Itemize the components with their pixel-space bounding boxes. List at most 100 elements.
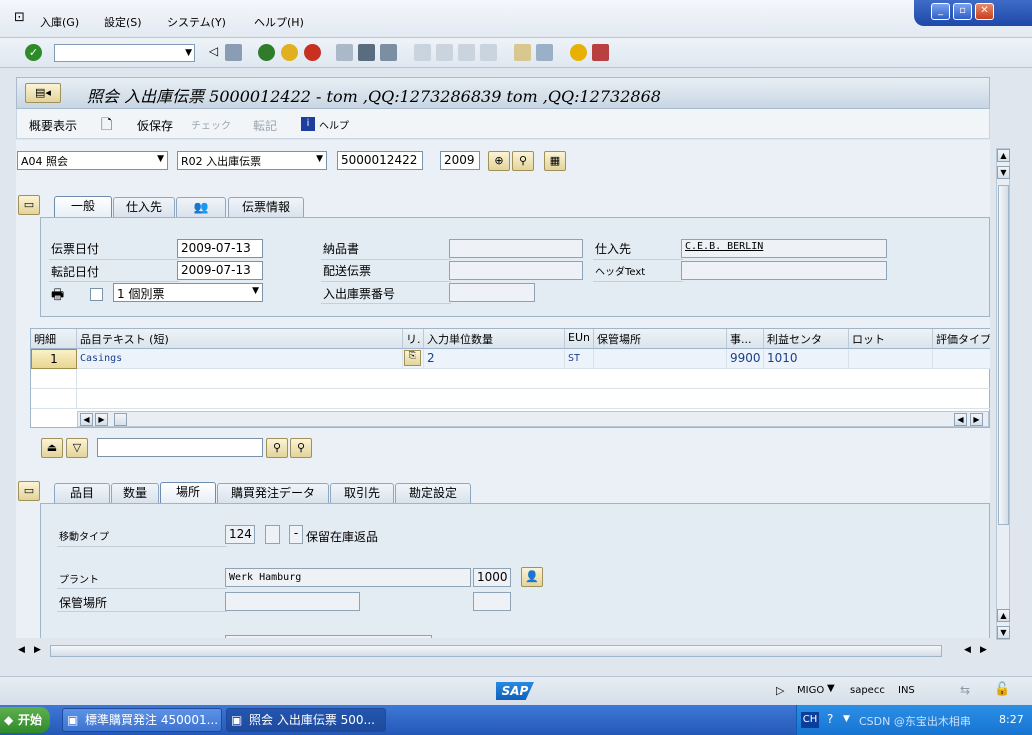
scroll-right-icon[interactable]: ▶: [980, 645, 987, 655]
bill-of-lading-input[interactable]: [449, 261, 583, 280]
scroll-down-icon[interactable]: ▼: [997, 166, 1010, 179]
column-header-profit-center[interactable]: 利益センタ: [764, 329, 849, 349]
tab-general[interactable]: 一般: [54, 196, 112, 218]
help-icon[interactable]: ?: [827, 712, 833, 726]
restore-button[interactable]: ▫: [953, 3, 972, 20]
batch-cell[interactable]: [849, 349, 933, 369]
command-field[interactable]: ▼: [54, 44, 195, 62]
scroll-left-icon[interactable]: ◀: [80, 413, 93, 426]
start-button[interactable]: ◆ 开始: [0, 707, 50, 733]
gr-slip-input[interactable]: [449, 283, 535, 302]
tab-purchase-order-data[interactable]: 購買発注データ: [217, 483, 329, 503]
column-header-plant[interactable]: 事...: [727, 329, 764, 349]
slip-option-select[interactable]: 1 個別票 ▼: [113, 283, 263, 302]
collapse-header-icon[interactable]: ▭: [18, 195, 40, 215]
quantity-cell[interactable]: 2: [424, 349, 565, 369]
document-number-input[interactable]: 5000012422: [337, 151, 423, 170]
exit-icon[interactable]: [281, 44, 298, 61]
scroll-right-icon[interactable]: ▶: [95, 413, 108, 426]
last-page-icon[interactable]: [480, 44, 497, 61]
minimize-button[interactable]: _: [931, 3, 950, 20]
menu-help[interactable]: ヘルプ(H): [254, 14, 304, 30]
post-button[interactable]: 転記: [253, 117, 277, 134]
scroll-thumb[interactable]: [114, 413, 127, 426]
column-header-batch[interactable]: ロット: [849, 329, 933, 349]
tab-account-assignment[interactable]: 勘定設定: [395, 483, 471, 503]
column-header-valuation-type[interactable]: 評価タイプ: [933, 329, 990, 349]
item-number-button[interactable]: 1: [31, 349, 77, 369]
tab-vendor[interactable]: 仕入先: [113, 197, 175, 217]
delete-row-icon[interactable]: ⏏: [41, 438, 63, 458]
movement-type-input[interactable]: 124: [225, 525, 255, 544]
vendor-input[interactable]: C.E.B. BERLIN: [681, 239, 887, 258]
vertical-scrollbar[interactable]: ▲ ▼ ▲ ▼: [996, 148, 1010, 640]
info-icon[interactable]: i: [301, 117, 315, 131]
menu-icon[interactable]: ⊡: [14, 10, 25, 25]
language-indicator[interactable]: CH: [801, 712, 819, 728]
delivery-note-input[interactable]: [449, 239, 583, 258]
scroll-right-icon[interactable]: ▶: [34, 645, 41, 655]
partial-field[interactable]: [225, 635, 432, 638]
overview-button[interactable]: 概要表示: [29, 117, 77, 134]
shortcut-icon[interactable]: [536, 44, 553, 61]
horizontal-scrollbar[interactable]: ◀ ▶ ◀ ▶: [16, 643, 996, 659]
help-icon[interactable]: [570, 44, 587, 61]
menu-system[interactable]: システム(Y): [167, 14, 226, 30]
reference-cell[interactable]: ⎘: [403, 349, 424, 369]
tab-quantity[interactable]: 数量: [111, 483, 159, 503]
menu-toggle-icon[interactable]: ▤◂: [25, 83, 61, 103]
settings-grid-icon[interactable]: ▦: [544, 151, 566, 171]
table-horizontal-scrollbar[interactable]: ◀ ▶ ◀ ▶: [77, 411, 989, 427]
check-button[interactable]: チェック: [191, 117, 231, 132]
back-icon[interactable]: [258, 44, 275, 61]
execute-icon[interactable]: ⊕: [488, 151, 510, 171]
column-header-ref[interactable]: リ.: [403, 329, 424, 349]
new-session-icon[interactable]: [514, 44, 531, 61]
tab-document-info[interactable]: 伝票情報: [228, 197, 304, 217]
profit-center-cell[interactable]: 1010: [764, 349, 849, 369]
menu-settings[interactable]: 設定(S): [104, 14, 142, 30]
storage-location-code-input[interactable]: [473, 592, 511, 611]
tab-where[interactable]: 場所: [160, 482, 216, 504]
printer-icon[interactable]: 🖶: [51, 284, 64, 308]
menu-goods-receipt[interactable]: 入庫(G): [40, 14, 79, 30]
scroll-left-icon[interactable]: ◀: [954, 413, 967, 426]
plant-cell[interactable]: 9900: [727, 349, 764, 369]
column-header-quantity[interactable]: 入力単位数量: [424, 329, 565, 349]
new-document-icon[interactable]: 🗋: [101, 114, 112, 138]
find-next-icon[interactable]: ⚲: [290, 438, 312, 458]
scroll-left-icon[interactable]: ◀: [18, 645, 25, 655]
scroll-up-icon[interactable]: ▲: [997, 609, 1010, 622]
column-header-unit[interactable]: EUn: [565, 329, 594, 349]
scroll-right-icon[interactable]: ▶: [970, 413, 983, 426]
print-icon[interactable]: [336, 44, 353, 61]
collapse-detail-icon[interactable]: ▭: [18, 481, 40, 501]
column-header-material-text[interactable]: 品目テキスト (短): [77, 329, 403, 349]
return-checkbox[interactable]: -: [289, 525, 303, 544]
lock-icon[interactable]: 🔓: [994, 682, 1010, 697]
play-icon[interactable]: ▷: [776, 684, 784, 697]
column-header-storage-location[interactable]: 保管場所: [594, 329, 727, 349]
next-page-icon[interactable]: [458, 44, 475, 61]
cancel-icon[interactable]: [304, 44, 321, 61]
scroll-down-icon[interactable]: ▼: [997, 626, 1010, 639]
copy-icon[interactable]: ⎘: [404, 350, 421, 366]
reference-doc-select[interactable]: R02 入出庫伝票 ▼: [177, 151, 327, 170]
plant-name-input[interactable]: Werk Hamburg: [225, 568, 471, 587]
find-icon[interactable]: [358, 44, 375, 61]
chevron-down-icon[interactable]: ▼: [843, 714, 850, 724]
valuation-type-cell[interactable]: [933, 349, 990, 369]
address-icon[interactable]: 👤: [521, 567, 543, 587]
storage-location-cell[interactable]: [594, 349, 727, 369]
hold-button[interactable]: 仮保存: [137, 117, 173, 134]
binoculars-icon[interactable]: ⚲: [266, 438, 288, 458]
table-search-input[interactable]: [97, 438, 263, 457]
binoculars-icon[interactable]: ⚲: [512, 151, 534, 171]
posting-date-input[interactable]: 2009-07-13: [177, 261, 263, 280]
unit-cell[interactable]: ST: [565, 349, 594, 369]
chevron-down-icon[interactable]: ▼: [185, 48, 192, 58]
plant-code-input[interactable]: 1000: [473, 568, 511, 587]
taskbar-item-goods-movement[interactable]: ▣ 照会 入出庫伝票 500...: [226, 708, 386, 732]
action-select[interactable]: A04 照会 ▼: [17, 151, 168, 170]
first-page-icon[interactable]: [414, 44, 431, 61]
